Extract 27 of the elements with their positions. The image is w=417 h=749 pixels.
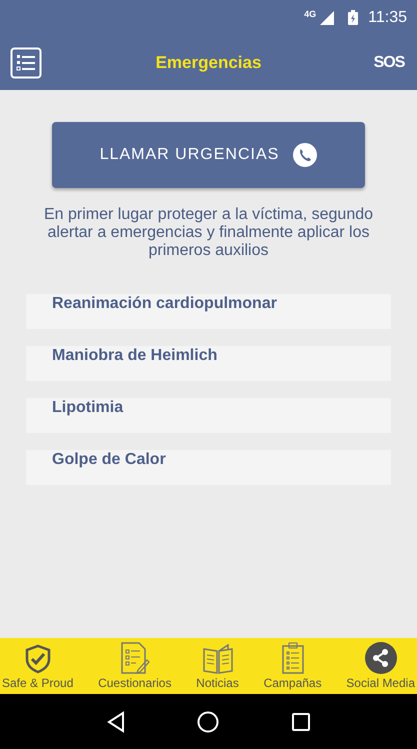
nav-label[interactable]: Social Media: [346, 676, 415, 690]
share-icon[interactable]: [364, 642, 397, 674]
nav-label[interactable]: Cuestionarios: [98, 676, 172, 690]
call-emergency-button[interactable]: LLAMAR URGENCIAS: [52, 122, 365, 188]
phone-icon: [293, 143, 318, 167]
back-icon[interactable]: [106, 710, 126, 732]
home-icon[interactable]: [197, 710, 220, 732]
sos-button[interactable]: SOS: [371, 54, 407, 72]
clipboard-icon[interactable]: [280, 642, 305, 674]
shield-check-icon[interactable]: [24, 644, 51, 674]
topic-item[interactable]: Golpe de Calor: [26, 450, 391, 485]
recents-icon[interactable]: [291, 712, 312, 732]
screen-title: Emergencias: [154, 52, 262, 72]
clock-time: 11:35: [368, 8, 407, 26]
topic-item[interactable]: Lipotimia: [26, 398, 391, 433]
nav-label[interactable]: Campañas: [264, 676, 322, 690]
instructions-text: En primer lugar proteger a la víctima, segundo alertar a emergencias y finalmente aplicar los primeros auxilios: [42, 206, 374, 260]
topic-item[interactable]: Reanimación cardiopulmonar: [26, 294, 391, 329]
network-label: 4G: [304, 9, 316, 19]
signal-icon: [320, 10, 334, 24]
menu-icon[interactable]: [10, 46, 42, 78]
checklist-icon[interactable]: [120, 642, 150, 674]
topic-item[interactable]: Maniobra de Heimlich: [26, 346, 391, 381]
nav-label[interactable]: Safe & Proud: [2, 676, 74, 690]
book-icon[interactable]: [202, 644, 234, 674]
nav-label[interactable]: Noticias: [196, 676, 239, 690]
battery-icon: [348, 10, 358, 25]
